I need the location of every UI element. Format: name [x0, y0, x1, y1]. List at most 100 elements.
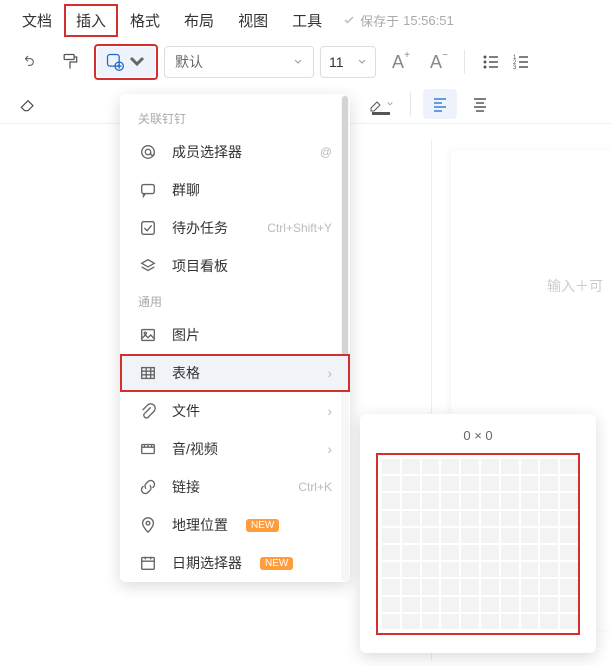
table-grid-cell[interactable] [382, 511, 400, 526]
table-grid-cell[interactable] [521, 476, 539, 491]
table-grid-cell[interactable] [540, 562, 558, 577]
insert-button[interactable] [97, 47, 155, 77]
menu-insert[interactable]: 插入 [64, 4, 118, 37]
dd-todo[interactable]: 待办任务 Ctrl+Shift+Y [120, 209, 350, 247]
dd-location[interactable]: 地理位置 NEW [120, 506, 350, 544]
table-grid-cell[interactable] [402, 562, 420, 577]
table-grid-cell[interactable] [382, 528, 400, 543]
table-grid-cell[interactable] [382, 545, 400, 560]
table-grid-cell[interactable] [382, 614, 400, 629]
table-grid-cell[interactable] [501, 562, 519, 577]
table-grid-cell[interactable] [560, 459, 578, 474]
table-grid-cell[interactable] [481, 511, 499, 526]
table-grid-cell[interactable] [461, 579, 479, 594]
table-grid-cell[interactable] [402, 528, 420, 543]
table-grid-cell[interactable] [521, 545, 539, 560]
table-grid-cell[interactable] [461, 528, 479, 543]
table-grid-cell[interactable] [441, 597, 459, 612]
dd-group-chat[interactable]: 群聊 [120, 171, 350, 209]
menu-view[interactable]: 视图 [226, 4, 280, 37]
table-grid-cell[interactable] [501, 459, 519, 474]
table-grid-cell[interactable] [461, 493, 479, 508]
table-grid-cell[interactable] [402, 493, 420, 508]
table-grid[interactable] [382, 459, 578, 629]
table-grid-cell[interactable] [560, 614, 578, 629]
menu-layout[interactable]: 布局 [172, 4, 226, 37]
table-grid-cell[interactable] [422, 511, 440, 526]
highlight-button[interactable] [364, 89, 398, 119]
table-grid-cell[interactable] [441, 579, 459, 594]
table-grid-cell[interactable] [441, 493, 459, 508]
table-grid-cell[interactable] [422, 459, 440, 474]
table-grid-cell[interactable] [461, 459, 479, 474]
bullet-list-button[interactable] [477, 48, 505, 76]
table-grid-cell[interactable] [540, 493, 558, 508]
table-grid-cell[interactable] [461, 476, 479, 491]
table-grid-cell[interactable] [402, 511, 420, 526]
table-grid-cell[interactable] [560, 493, 578, 508]
table-grid-cell[interactable] [560, 545, 578, 560]
undo-button[interactable] [10, 44, 46, 80]
table-grid-cell[interactable] [481, 614, 499, 629]
table-grid-cell[interactable] [521, 528, 539, 543]
table-grid-cell[interactable] [461, 614, 479, 629]
table-grid-cell[interactable] [382, 493, 400, 508]
table-grid-cell[interactable] [441, 459, 459, 474]
font-family-select[interactable]: 默认 [164, 46, 314, 78]
table-grid-cell[interactable] [540, 459, 558, 474]
table-grid-cell[interactable] [422, 579, 440, 594]
table-grid-cell[interactable] [461, 545, 479, 560]
table-grid-cell[interactable] [501, 528, 519, 543]
table-grid-cell[interactable] [441, 614, 459, 629]
table-grid-cell[interactable] [521, 493, 539, 508]
numbered-list-button[interactable]: 123 [507, 48, 535, 76]
table-grid-cell[interactable] [422, 476, 440, 491]
table-grid-cell[interactable] [402, 476, 420, 491]
table-grid-cell[interactable] [422, 597, 440, 612]
table-grid-cell[interactable] [521, 511, 539, 526]
dd-link[interactable]: 链接 Ctrl+K [120, 468, 350, 506]
table-grid-cell[interactable] [422, 493, 440, 508]
dd-file[interactable]: 文件 › [120, 392, 350, 430]
table-grid-cell[interactable] [481, 545, 499, 560]
table-grid-cell[interactable] [501, 579, 519, 594]
table-grid-cell[interactable] [481, 597, 499, 612]
table-grid-cell[interactable] [461, 511, 479, 526]
font-size-select[interactable]: 11 [320, 46, 376, 78]
table-grid-cell[interactable] [382, 459, 400, 474]
table-grid-cell[interactable] [382, 562, 400, 577]
menu-tools[interactable]: 工具 [280, 4, 334, 37]
table-grid-cell[interactable] [422, 528, 440, 543]
table-grid-cell[interactable] [461, 597, 479, 612]
dd-image[interactable]: 图片 [120, 316, 350, 354]
table-grid-cell[interactable] [560, 528, 578, 543]
table-grid-cell[interactable] [422, 545, 440, 560]
eraser-button[interactable] [10, 86, 46, 122]
menu-document[interactable]: 文档 [10, 4, 64, 37]
table-grid-cell[interactable] [402, 459, 420, 474]
dd-media[interactable]: 音/视频 › [120, 430, 350, 468]
table-grid-cell[interactable] [540, 511, 558, 526]
align-left-button[interactable] [423, 89, 457, 119]
table-grid-cell[interactable] [560, 476, 578, 491]
table-grid-cell[interactable] [481, 579, 499, 594]
decrease-font-button[interactable]: A− [420, 46, 452, 78]
table-grid-cell[interactable] [540, 597, 558, 612]
table-grid-cell[interactable] [521, 614, 539, 629]
table-grid-cell[interactable] [560, 597, 578, 612]
dd-table[interactable]: 表格 › [120, 354, 350, 392]
table-grid-cell[interactable] [422, 614, 440, 629]
table-grid-cell[interactable] [540, 476, 558, 491]
table-grid-cell[interactable] [441, 511, 459, 526]
table-grid-cell[interactable] [481, 459, 499, 474]
table-grid-cell[interactable] [382, 579, 400, 594]
increase-font-button[interactable]: A+ [382, 46, 414, 78]
table-grid-cell[interactable] [501, 545, 519, 560]
table-grid-cell[interactable] [402, 597, 420, 612]
table-grid-cell[interactable] [501, 614, 519, 629]
table-grid-cell[interactable] [501, 597, 519, 612]
table-grid-cell[interactable] [521, 597, 539, 612]
table-grid-cell[interactable] [402, 545, 420, 560]
align-center-button[interactable] [463, 89, 497, 119]
table-grid-cell[interactable] [501, 511, 519, 526]
